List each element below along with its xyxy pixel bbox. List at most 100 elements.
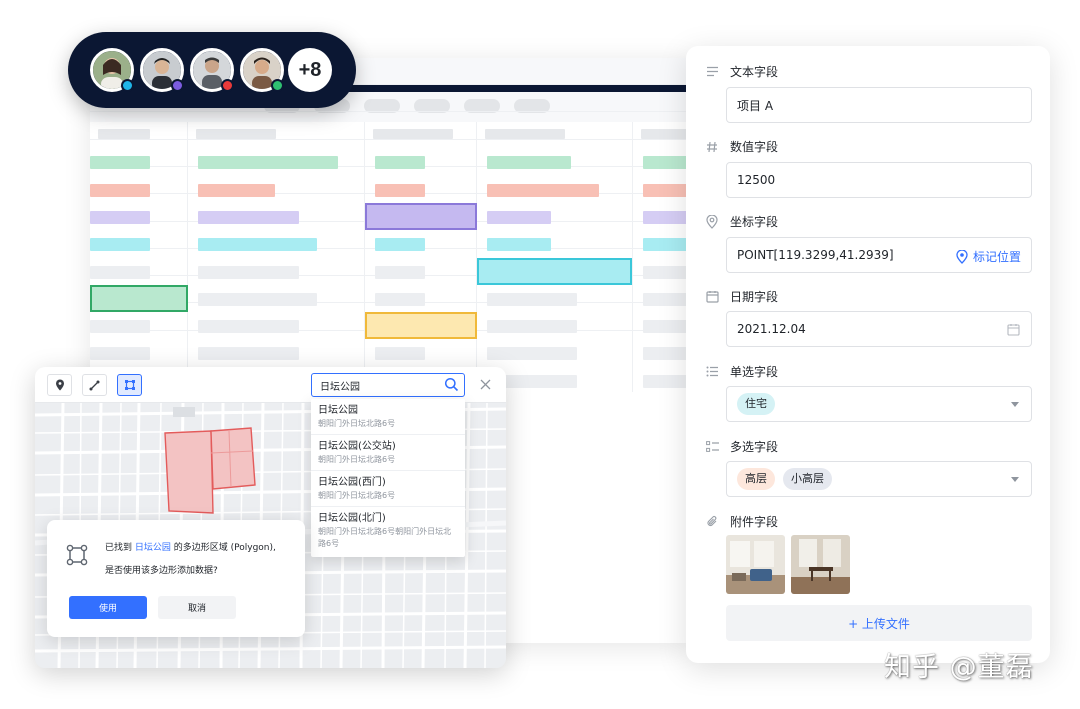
field-label-coordinate-caption: 坐标字段 <box>730 215 779 229</box>
column-divider <box>187 122 188 392</box>
dialog-place-link[interactable]: 日坛公园 <box>135 543 171 553</box>
cell-placeholder <box>487 347 577 361</box>
field-label-attachment-caption: 附件字段 <box>730 515 779 529</box>
field-label-text-caption: 文本字段 <box>730 65 779 79</box>
result-address: 朝阳门外日坛北路6号 <box>318 491 396 500</box>
cell-placeholder <box>198 320 299 334</box>
hash-icon <box>704 139 720 155</box>
line-tool-button[interactable] <box>82 374 107 396</box>
cell-placeholder <box>90 183 150 197</box>
location-pin-icon <box>704 214 720 230</box>
column-header-placeholder <box>641 129 690 139</box>
result-address: 朝阳门外日坛北路6号朝阳门外日坛北路6号 <box>318 527 452 548</box>
selected-cell[interactable] <box>365 312 477 340</box>
cell-placeholder <box>643 156 690 170</box>
search-result-item[interactable]: 日坛公园 朝阳门外日坛北路6号 <box>311 399 465 435</box>
text-field-input[interactable]: 项目 A <box>726 87 1032 123</box>
option-tag: 住宅 <box>737 393 775 415</box>
selected-cell[interactable] <box>477 257 632 285</box>
dialog-suffix: 的多边形区域 (Polygon), <box>173 543 276 553</box>
close-icon[interactable] <box>476 375 494 393</box>
number-field-value: 12500 <box>737 173 776 187</box>
calendar-icon[interactable] <box>1007 323 1020 336</box>
result-name: 日坛公园(西门) <box>318 477 386 488</box>
field-label-date: 日期字段 <box>704 288 778 305</box>
field-label-number: 数值字段 <box>704 138 778 155</box>
attachment-thumbnail[interactable] <box>791 535 850 594</box>
cancel-button[interactable]: 取消 <box>158 596 236 619</box>
cell-placeholder <box>643 292 690 306</box>
multi-select-dropdown[interactable]: 高层 小高层 <box>726 461 1032 497</box>
result-name: 日坛公园 <box>318 405 358 416</box>
mark-location-button[interactable]: 标记位置 <box>956 248 1021 265</box>
field-label-single-select-caption: 单选字段 <box>730 365 779 379</box>
mark-location-label: 标记位置 <box>972 250 1021 264</box>
map-polygon-card: 日坛公园 日坛公园 朝阳门外日坛北路6号 日坛公园(公交站) 朝阳门外日坛北路6… <box>35 367 506 668</box>
park-polygon[interactable] <box>164 430 214 514</box>
avatar[interactable] <box>190 48 234 92</box>
park-polygon-section[interactable] <box>210 427 256 490</box>
coordinate-field-input[interactable]: POINT[119.3299,41.2939] 标记位置 <box>726 237 1032 273</box>
cell-placeholder <box>375 238 425 252</box>
cell-placeholder <box>90 210 150 224</box>
status-dot <box>221 79 234 92</box>
map-search-input[interactable]: 日坛公园 <box>311 373 465 397</box>
dialog-question: 是否使用该多边形添加数据? <box>105 566 218 576</box>
cell-placeholder <box>375 156 425 170</box>
cell-placeholder <box>487 238 551 252</box>
cell-placeholder <box>643 320 690 334</box>
cell-placeholder <box>487 183 599 197</box>
field-label-multi-select-caption: 多选字段 <box>730 440 779 454</box>
calendar-icon <box>704 289 720 305</box>
cell-placeholder <box>90 265 150 279</box>
cell-placeholder <box>487 156 571 170</box>
selected-cell[interactable] <box>365 202 477 230</box>
map-search-value: 日坛公园 <box>320 381 360 393</box>
cell-placeholder <box>375 183 425 197</box>
search-result-item[interactable]: 日坛公园(公交站) 朝阳门外日坛北路6号 <box>311 435 465 471</box>
cell-placeholder <box>643 374 690 388</box>
field-label-number-caption: 数值字段 <box>730 140 779 154</box>
field-label-date-caption: 日期字段 <box>730 290 779 304</box>
avatar[interactable] <box>140 48 184 92</box>
cell-placeholder <box>643 210 690 224</box>
cell-placeholder <box>90 238 150 252</box>
search-results-dropdown: 日坛公园 朝阳门外日坛北路6号 日坛公园(公交站) 朝阳门外日坛北路6号 日坛公… <box>311 399 465 557</box>
cell-placeholder <box>198 156 338 170</box>
location-pin-icon <box>55 379 64 391</box>
paperclip-icon <box>704 514 720 530</box>
date-field-input[interactable]: 2021.12.04 <box>726 311 1032 347</box>
column-divider <box>364 122 365 392</box>
status-dot <box>271 79 284 92</box>
avatar[interactable] <box>240 48 284 92</box>
more-collaborators-badge[interactable]: +8 <box>288 48 332 92</box>
cell-placeholder <box>643 183 690 197</box>
upload-file-button[interactable]: + 上传文件 <box>726 605 1032 641</box>
cell-placeholder <box>375 292 425 306</box>
selected-cell[interactable] <box>90 284 188 312</box>
column-header-placeholder <box>373 129 453 139</box>
cell-placeholder <box>375 265 425 279</box>
chevron-down-icon <box>1011 477 1019 482</box>
search-result-item[interactable]: 日坛公园(西门) 朝阳门外日坛北路6号 <box>311 471 465 507</box>
list-icon <box>704 364 720 380</box>
cell-placeholder <box>487 292 577 306</box>
column-header-placeholder <box>485 129 565 139</box>
single-select-dropdown[interactable]: 住宅 <box>726 386 1032 422</box>
use-polygon-button[interactable]: 使用 <box>69 596 147 619</box>
search-result-item[interactable]: 日坛公园(北门) 朝阳门外日坛北路6号朝阳门外日坛北路6号 <box>311 507 465 554</box>
polygon-tool-button[interactable] <box>117 374 142 396</box>
attachment-thumbnail[interactable] <box>726 535 785 594</box>
search-icon[interactable] <box>444 377 459 395</box>
polygon-confirm-dialog: 已找到 日坛公园 的多边形区域 (Polygon), 是否使用该多边形添加数据?… <box>47 520 305 637</box>
result-address: 朝阳门外日坛北路6号 <box>318 455 396 464</box>
number-field-input[interactable]: 12500 <box>726 162 1032 198</box>
pin-tool-button[interactable] <box>47 374 72 396</box>
cell-placeholder <box>643 347 690 361</box>
cell-placeholder <box>643 238 690 252</box>
avatar[interactable] <box>90 48 134 92</box>
option-tag: 高层 <box>737 468 775 490</box>
field-label-text: 文本字段 <box>704 63 778 80</box>
cell-placeholder <box>198 183 275 197</box>
field-label-coordinate: 坐标字段 <box>704 213 778 230</box>
